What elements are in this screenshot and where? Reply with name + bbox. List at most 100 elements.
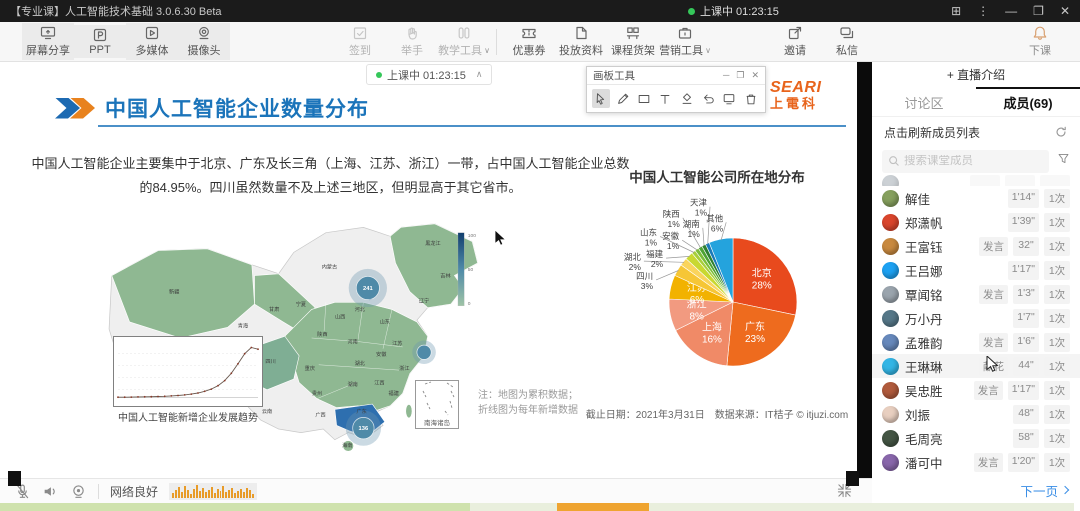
avatar (882, 286, 899, 303)
invite-tool-group: 邀请私信 (769, 23, 873, 60)
live-intro-header[interactable]: + 直播介绍 (872, 62, 1080, 87)
board-tool-board[interactable] (720, 89, 738, 108)
svg-text:50: 50 (468, 267, 474, 273)
refresh-icon[interactable] (1054, 125, 1068, 139)
toolbar-item-dm[interactable]: 私信 (821, 23, 873, 60)
svg-text:241: 241 (363, 286, 373, 292)
member-badge (1005, 175, 1035, 186)
webcam-icon[interactable] (70, 483, 87, 500)
svg-text:湖南: 湖南 (348, 380, 358, 388)
toolbar-label: 下课 (1029, 42, 1051, 58)
board-tool-eraser[interactable] (678, 89, 696, 108)
end-class-group: 下课 (1014, 23, 1066, 60)
board-tool-trash[interactable] (742, 89, 760, 108)
member-badges: 1'7"1次 (1013, 309, 1070, 328)
trend-line-svg (114, 337, 262, 406)
map-note: 注：地图为累积数据； 折线图为每年新增数据 (478, 388, 578, 418)
member-row[interactable] (882, 175, 1070, 186)
svg-text:山东: 山东 (640, 228, 657, 238)
member-badges (970, 175, 1070, 186)
board-tool-select[interactable] (592, 89, 610, 108)
tab-discussion[interactable]: 讨论区 (872, 87, 976, 117)
palette-close-icon[interactable]: ✕ (751, 70, 759, 81)
close-icon[interactable]: ✕ (1060, 5, 1070, 17)
toolbar-item-camera[interactable]: 摄像头 (178, 23, 230, 60)
member-badge: 发言 (979, 237, 1008, 256)
svg-text:湖北: 湖北 (355, 359, 366, 367)
svg-text:2%: 2% (629, 262, 642, 272)
more-icon[interactable]: ⋮ (977, 5, 989, 17)
member-row[interactable]: 王琳琳献花44"1次 (872, 354, 1080, 378)
toolbar-item-teach-tools[interactable]: 教学工具∨ (438, 23, 490, 60)
svg-text:重庆: 重庆 (305, 364, 315, 372)
palette-maximize-icon[interactable]: ❐ (736, 70, 744, 81)
toolbar-item-ppt[interactable]: PPT (74, 25, 126, 58)
toolbar-label: 私信 (836, 42, 858, 58)
member-badge: 1次 (1044, 237, 1070, 256)
board-tool-pen[interactable] (613, 89, 631, 108)
member-badge: 32" (1013, 237, 1039, 256)
trend-inset-chart (113, 336, 263, 407)
member-search-input[interactable] (904, 155, 1043, 167)
member-row[interactable]: 孟雅韵发言1'6"1次 (882, 330, 1070, 354)
refresh-members-row[interactable]: 点击刷新成员列表 (872, 117, 1080, 147)
next-page-link[interactable]: 下一页 (872, 477, 1080, 503)
member-row[interactable]: 刘振48"1次 (882, 402, 1070, 426)
class-timer-pill[interactable]: 上课中 01:23:15 ∧ (366, 64, 492, 85)
member-search-box[interactable] (882, 150, 1049, 173)
member-row[interactable]: 吴忠胜发言1'17"1次 (882, 378, 1070, 402)
toolbar-item-checkin[interactable]: 签到 (334, 23, 386, 60)
toolbar-item-end-class[interactable]: 下课 (1014, 23, 1066, 60)
south-sea-inset: 南海诸岛 (415, 380, 459, 429)
apps-grid-icon[interactable]: ⊞ (951, 5, 961, 17)
avatar (882, 214, 899, 231)
toolbar-item-screen-share[interactable]: 屏幕分享 (22, 23, 74, 60)
pie-leader-line (666, 256, 689, 258)
toolbar-item-invite[interactable]: 邀请 (769, 23, 821, 60)
svg-text:安徽: 安徽 (376, 350, 387, 358)
member-row[interactable]: 潘可中发言1'20"1次 (882, 450, 1070, 474)
svg-text:江西: 江西 (374, 379, 384, 386)
board-tool-rect[interactable] (635, 89, 653, 108)
restore-icon[interactable]: ❐ (1033, 5, 1044, 17)
svg-text:广东: 广东 (745, 320, 765, 333)
raise-hand-icon (404, 25, 420, 41)
member-row[interactable]: 毛周亮58"1次 (882, 426, 1070, 450)
svg-text:广西: 广西 (315, 411, 325, 419)
pie-leader-line (682, 240, 697, 250)
member-row[interactable]: 万小丹1'7"1次 (882, 306, 1070, 330)
svg-text:河南: 河南 (348, 337, 358, 345)
toolbar-item-shelf[interactable]: 课程货架 (607, 23, 659, 60)
toolbar-item-marketing[interactable]: 营销工具∨ (659, 23, 711, 60)
member-row[interactable]: 郑潇帆1'39"1次 (882, 210, 1070, 234)
member-badge: 1'7" (1013, 309, 1039, 328)
toolbar-item-coupon[interactable]: 优惠券 (503, 23, 555, 60)
filter-funnel-icon[interactable] (1057, 152, 1070, 170)
minimize-icon[interactable]: — (1005, 5, 1017, 17)
speaker-icon[interactable] (42, 483, 59, 500)
pie-chart: 北京28%广东23%上海16%浙江8%江苏6%四川3%湖北2%福建2%山东1%安… (583, 188, 851, 400)
svg-text:100: 100 (468, 233, 476, 239)
audio-waveform (169, 483, 257, 500)
member-row[interactable]: 覃闻铭发言1'3"1次 (882, 282, 1070, 306)
avatar (882, 334, 899, 351)
toolbar-item-raise-hand[interactable]: 举手 (386, 23, 438, 60)
member-row[interactable]: 王吕娜1'17"1次 (882, 258, 1070, 282)
toolbar-divider (496, 29, 497, 55)
toolbar-item-media[interactable]: 多媒体 (126, 23, 178, 60)
member-name: 孟雅韵 (905, 333, 943, 352)
board-tool-undo[interactable] (699, 89, 717, 108)
member-row[interactable]: 王富钰发言32"1次 (882, 234, 1070, 258)
svg-text:青海: 青海 (238, 321, 248, 329)
member-row[interactable]: 解佳1'14"1次 (882, 186, 1070, 210)
board-tool-text[interactable] (656, 89, 674, 108)
exit-fullscreen-button[interactable] (837, 483, 852, 503)
svg-text:辽宁: 辽宁 (419, 296, 429, 304)
palette-titlebar[interactable]: 画板工具 ─ ❐ ✕ (587, 67, 765, 85)
avatar (882, 190, 899, 207)
palette-minimize-icon[interactable]: ─ (723, 70, 729, 81)
toolbar-item-materials[interactable]: 投放资料 (555, 23, 607, 60)
tab-members[interactable]: 成员(69) (976, 87, 1080, 117)
share-tool-group: 屏幕分享PPT多媒体摄像头 (22, 23, 230, 60)
member-badge: 发言 (979, 285, 1008, 304)
